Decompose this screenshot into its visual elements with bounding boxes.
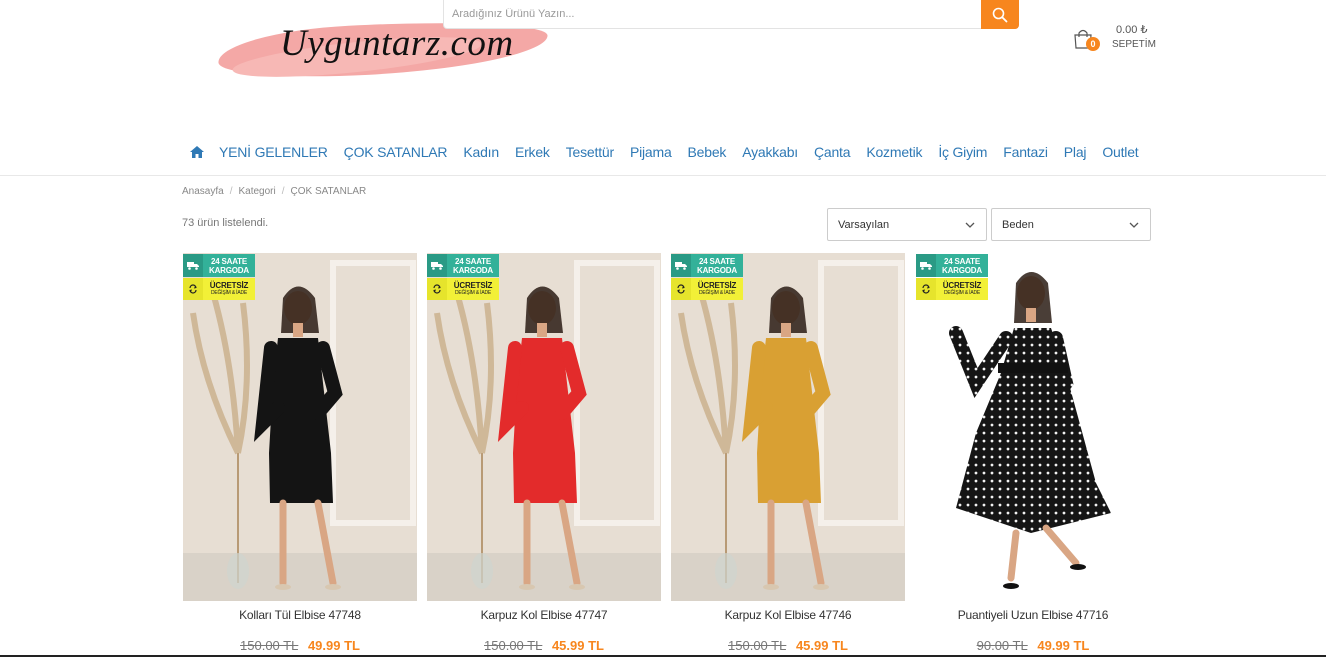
chevron-down-icon (1129, 222, 1139, 228)
cart-amount: 0.00 ₺ (1116, 24, 1148, 36)
nav-item-tesettur[interactable]: Tesettür (566, 144, 614, 160)
main-nav: YENİ GELENLER ÇOK SATANLAR Kadın Erkek T… (189, 142, 1154, 162)
breadcrumb: Anasayfa / Kategori / ÇOK SATANLAR (182, 186, 366, 197)
nav-item-yeni-gelenler[interactable]: YENİ GELENLER (219, 144, 328, 160)
sort-select-value: Varsayılan (838, 219, 890, 231)
breadcrumb-separator: / (281, 186, 285, 197)
home-icon[interactable] (189, 144, 205, 160)
product-card[interactable]: 24 SAATE KARGODA ÜCRETSİZ DEĞİŞİM & İADE K… (671, 253, 905, 657)
return-badge-line1: ÜCRETSİZ (697, 281, 737, 290)
product-card[interactable]: 24 SAATE KARGODA ÜCRETSİZ DEĞİŞİM & İADE K… (427, 253, 661, 657)
shipping-badge-line2: KARGODA (453, 266, 493, 275)
old-price: 150.00 TL (240, 638, 299, 653)
return-badge-line1: ÜCRETSİZ (942, 281, 982, 290)
search-bar (443, 0, 1019, 29)
truck-icon (183, 254, 203, 277)
free-return-badge: ÜCRETSİZ DEĞİŞİM & İADE (671, 278, 743, 300)
nav-item-ayakkabi[interactable]: Ayakkabı (742, 144, 798, 160)
nav-item-erkek[interactable]: Erkek (515, 144, 550, 160)
return-badge-line1: ÜCRETSİZ (453, 281, 493, 290)
product-title[interactable]: Puantiyeli Uzun Elbise 47716 (916, 608, 1150, 622)
site-header: Uyguntarz.com 0 0.00 ₺ SEPETİM YENİ GELE… (0, 0, 1326, 176)
fast-shipping-badge: 24 SAATE KARGODA (183, 254, 255, 277)
fast-shipping-badge: 24 SAATE KARGODA (427, 254, 499, 277)
sale-price: 45.99 TL (551, 638, 604, 653)
sale-price: 45.99 TL (795, 638, 848, 653)
return-badge-line1: ÜCRETSİZ (209, 281, 249, 290)
product-title[interactable]: Karpuz Kol Elbise 47746 (671, 608, 905, 622)
product-price: 90.00 TL 49.99 TL (916, 638, 1150, 653)
nav-item-cok-satanlar[interactable]: ÇOK SATANLAR (344, 144, 448, 160)
exchange-icon (427, 278, 447, 300)
sort-select[interactable]: Varsayılan (827, 208, 987, 241)
sale-price: 49.99 TL (307, 638, 360, 653)
nav-item-kozmetik[interactable]: Kozmetik (866, 144, 922, 160)
old-price: 90.00 TL (976, 638, 1028, 653)
product-price: 150.00 TL 45.99 TL (427, 638, 661, 653)
nav-item-outlet[interactable]: Outlet (1102, 144, 1138, 160)
fast-shipping-badge: 24 SAATE KARGODA (916, 254, 988, 277)
product-photo-illustration (183, 253, 417, 601)
product-card[interactable]: 24 SAATE KARGODA ÜCRETSİZ DEĞİŞİM & İADE P… (916, 253, 1150, 657)
nav-item-kadin[interactable]: Kadın (463, 144, 499, 160)
fast-shipping-badge: 24 SAATE KARGODA (671, 254, 743, 277)
truck-icon (671, 254, 691, 277)
return-badge-line2: DEĞİŞİM & İADE (698, 290, 736, 296)
shipping-badge-line2: KARGODA (209, 266, 249, 275)
product-title[interactable]: Karpuz Kol Elbise 47747 (427, 608, 661, 622)
sale-price: 49.99 TL (1037, 638, 1090, 653)
nav-item-ic-giyim[interactable]: İç Giyim (938, 144, 987, 160)
product-image[interactable]: 24 SAATE KARGODA ÜCRETSİZ DEĞİŞİM & İADE (427, 253, 661, 601)
product-card[interactable]: 24 SAATE KARGODA ÜCRETSİZ DEĞİŞİM & İADE K… (183, 253, 417, 657)
truck-icon (916, 254, 936, 277)
product-title[interactable]: Kolları Tül Elbise 47748 (183, 608, 417, 622)
nav-item-bebek[interactable]: Bebek (688, 144, 727, 160)
product-photo-illustration (427, 253, 661, 601)
product-photo-illustration (916, 253, 1150, 601)
product-price: 150.00 TL 45.99 TL (671, 638, 905, 653)
breadcrumb-current: ÇOK SATANLAR (290, 186, 367, 197)
shipping-badge-line2: KARGODA (697, 266, 737, 275)
cart-count-badge: 0 (1086, 37, 1100, 51)
nav-item-pijama[interactable]: Pijama (630, 144, 672, 160)
search-icon (992, 7, 1008, 22)
truck-icon (427, 254, 447, 277)
exchange-icon (183, 278, 203, 300)
shipping-badge-line1: 24 SAATE (210, 257, 248, 266)
free-return-badge: ÜCRETSİZ DEĞİŞİM & İADE (183, 278, 255, 300)
cart-label: SEPETİM (1112, 39, 1156, 50)
old-price: 150.00 TL (484, 638, 543, 653)
shipping-badge-line2: KARGODA (942, 266, 982, 275)
nav-item-fantazi[interactable]: Fantazi (1003, 144, 1048, 160)
chevron-down-icon (965, 222, 975, 228)
nav-item-plaj[interactable]: Plaj (1064, 144, 1087, 160)
product-photo-illustration (671, 253, 905, 601)
breadcrumb-home[interactable]: Anasayfa (182, 186, 224, 197)
return-badge-line2: DEĞİŞİM & İADE (210, 290, 248, 296)
search-input[interactable] (452, 6, 972, 22)
breadcrumb-category[interactable]: Kategori (238, 186, 275, 197)
shipping-badge-line1: 24 SAATE (698, 257, 736, 266)
product-image[interactable]: 24 SAATE KARGODA ÜCRETSİZ DEĞİŞİM & İADE (916, 253, 1150, 601)
size-filter-select[interactable]: Beden (991, 208, 1151, 241)
shipping-badge-line1: 24 SAATE (943, 257, 981, 266)
breadcrumb-separator: / (229, 186, 233, 197)
exchange-icon (671, 278, 691, 300)
product-image[interactable]: 24 SAATE KARGODA ÜCRETSİZ DEĞİŞİM & İADE (183, 253, 417, 601)
free-return-badge: ÜCRETSİZ DEĞİŞİM & İADE (916, 278, 988, 300)
return-badge-line2: DEĞİŞİM & İADE (454, 290, 492, 296)
shipping-badge-line1: 24 SAATE (454, 257, 492, 266)
product-count-text: 73 ürün listelendi. (182, 217, 269, 229)
size-select-value: Beden (1002, 219, 1034, 231)
old-price: 150.00 TL (728, 638, 787, 653)
nav-item-canta[interactable]: Çanta (814, 144, 851, 160)
free-return-badge: ÜCRETSİZ DEĞİŞİM & İADE (427, 278, 499, 300)
product-image[interactable]: 24 SAATE KARGODA ÜCRETSİZ DEĞİŞİM & İADE (671, 253, 905, 601)
cart-widget[interactable]: 0 0.00 ₺ SEPETİM (1072, 20, 1162, 56)
return-badge-line2: DEĞİŞİM & İADE (943, 290, 981, 296)
product-price: 150.00 TL 49.99 TL (183, 638, 417, 653)
search-button[interactable] (981, 0, 1019, 29)
exchange-icon (916, 278, 936, 300)
product-grid: 24 SAATE KARGODA ÜCRETSİZ DEĞİŞİM & İADE K… (183, 253, 1151, 657)
